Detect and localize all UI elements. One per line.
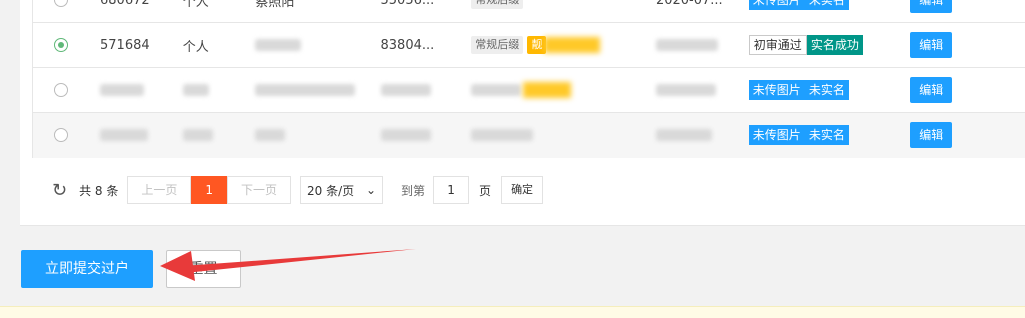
footer-bar: [0, 306, 1025, 318]
annotation-arrow-icon: [160, 249, 416, 281]
